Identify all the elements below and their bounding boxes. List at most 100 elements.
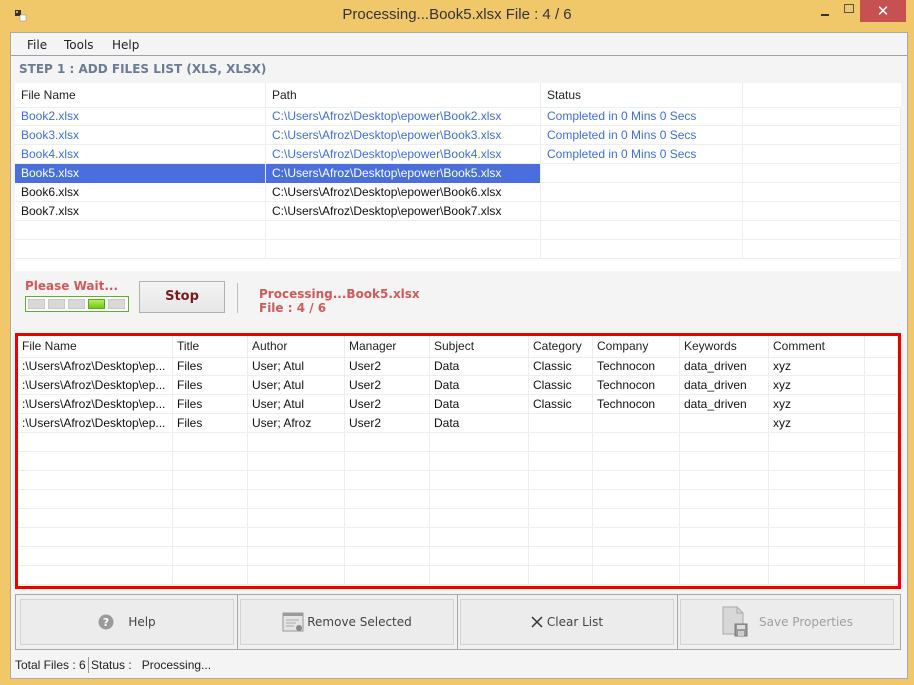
minimize-button[interactable] [812, 3, 838, 24]
divider [677, 595, 678, 649]
status-cell: Completed in 0 Mins 0 Secs [541, 145, 743, 164]
save-properties-label: Save Properties [759, 615, 853, 629]
file-list-row[interactable]: Book4.xlsx C:\Users\Afroz\Desktop\epower\… [15, 145, 901, 164]
file-name-cell [18, 452, 173, 471]
keywords-cell: data_driven [680, 357, 769, 376]
file-list-row[interactable]: Book2.xlsx C:\Users\Afroz\Desktop\epower\… [15, 107, 901, 126]
company-cell: Technocon [593, 357, 680, 376]
file-list-row[interactable]: Book3.xlsx C:\Users\Afroz\Desktop\epower\… [15, 126, 901, 145]
progress-segment [88, 299, 105, 309]
extra-cell [865, 357, 898, 376]
company-cell [593, 528, 680, 547]
title-cell [173, 452, 248, 471]
close-icon: ✕ [876, 2, 890, 20]
file-name-cell [18, 490, 173, 509]
company-cell [593, 547, 680, 566]
close-button[interactable]: ✕ [860, 0, 906, 22]
file-name-cell [15, 221, 266, 240]
clear-list-button[interactable]: Clear List [460, 599, 674, 645]
keywords-cell: data_driven [680, 376, 769, 395]
extra-cell [743, 126, 901, 145]
category-cell: Classic [529, 395, 593, 414]
extra-cell [865, 471, 898, 490]
extra-cell [743, 221, 901, 240]
column-header-subject[interactable]: Subject [430, 336, 529, 357]
please-wait-label: Please Wait... [25, 279, 119, 293]
remove-selected-button[interactable]: Remove Selected [240, 599, 454, 645]
column-header-author[interactable]: Author [248, 336, 345, 357]
file-name-cell: Book2.xlsx [15, 107, 266, 126]
category-cell [529, 566, 593, 585]
save-file-icon [721, 606, 749, 638]
company-cell [593, 471, 680, 490]
subject-cell: Data [430, 376, 529, 395]
empty-row [15, 240, 901, 259]
title-cell [173, 433, 248, 452]
subject-cell: Data [430, 357, 529, 376]
file-name-cell: Book4.xlsx [15, 145, 266, 164]
column-header-path[interactable]: Path [266, 83, 541, 107]
column-header-manager[interactable]: Manager [345, 336, 430, 357]
progress-segment [108, 299, 125, 309]
column-header-comment[interactable]: Comment [769, 336, 865, 357]
maximize-button[interactable] [836, 0, 862, 21]
save-properties-button[interactable]: Save Properties [680, 599, 894, 645]
remove-list-icon [282, 612, 304, 632]
title-cell [173, 566, 248, 585]
column-header-file-name[interactable]: File Name [15, 83, 266, 107]
subject-cell [430, 471, 529, 490]
menu-tools[interactable]: Tools [64, 38, 94, 52]
menu-file[interactable]: File [27, 38, 47, 52]
column-header-company[interactable]: Company [593, 336, 680, 357]
column-header-title[interactable]: Title [173, 336, 248, 357]
comment-cell: xyz [769, 414, 865, 433]
menu-bar: File Tools Help [11, 33, 907, 56]
comment-cell: xyz [769, 376, 865, 395]
path-cell: C:\Users\Afroz\Desktop\epower\Book2.xlsx [266, 107, 541, 126]
divider [237, 283, 238, 313]
menu-help[interactable]: Help [112, 38, 139, 52]
title-bar: Processing...Book5.xlsx File : 4 / 6 ✕ [0, 0, 914, 32]
column-header-file-name[interactable]: File Name [18, 336, 173, 357]
progress-bar [25, 296, 129, 312]
total-files-label: Total Files : 6 [15, 658, 86, 672]
title-cell [173, 547, 248, 566]
author-cell: User; Afroz [248, 414, 345, 433]
path-cell: C:\Users\Afroz\Desktop\epower\Book5.xlsx [266, 164, 541, 183]
file-name-cell: Book7.xlsx [15, 202, 266, 221]
path-cell: C:\Users\Afroz\Desktop\epower\Book4.xlsx [266, 145, 541, 164]
properties-grid[interactable]: File Name Title Author Manager Subject Catego… [15, 333, 901, 589]
properties-row[interactable]: :\Users\Afroz\Desktop\ep... Files User; Af… [18, 414, 898, 433]
file-list-row[interactable]: Book7.xlsx C:\Users\Afroz\Desktop\epower\… [15, 202, 901, 221]
author-cell [248, 433, 345, 452]
properties-row[interactable]: :\Users\Afroz\Desktop\ep... Files User; At… [18, 376, 898, 395]
properties-header: File Name Title Author Manager Subject Catego… [18, 336, 898, 358]
file-name-cell [18, 433, 173, 452]
comment-cell [769, 509, 865, 528]
category-cell [529, 490, 593, 509]
window-title: Processing...Book5.xlsx File : 4 / 6 [342, 6, 572, 23]
empty-row [18, 566, 898, 585]
help-button[interactable]: ? Help [20, 599, 234, 645]
properties-row[interactable]: :\Users\Afroz\Desktop\ep... Files User; At… [18, 357, 898, 376]
help-button-label: Help [128, 615, 156, 629]
stop-button[interactable]: Stop [139, 281, 225, 313]
file-list-row[interactable]: Book6.xlsx C:\Users\Afroz\Desktop\epower\… [15, 183, 901, 202]
properties-row[interactable]: :\Users\Afroz\Desktop\ep... Files User; At… [18, 395, 898, 414]
svg-text:?: ? [103, 616, 109, 629]
file-name-cell [18, 471, 173, 490]
subject-cell [430, 490, 529, 509]
extra-cell [865, 509, 898, 528]
step-label: STEP 1 : ADD FILES LIST (XLS, XLSX) [19, 62, 267, 76]
column-header-status[interactable]: Status [541, 83, 743, 107]
column-header-keywords[interactable]: Keywords [680, 336, 769, 357]
company-cell [593, 452, 680, 471]
subject-cell [430, 566, 529, 585]
company-cell [593, 414, 680, 433]
column-header-category[interactable]: Category [529, 336, 593, 357]
file-list-grid[interactable]: File Name Path Status Book2.xlsx C:\Users… [15, 83, 901, 271]
clear-x-icon [531, 616, 543, 628]
status-bar: Total Files : 6 Status : Processing... [11, 654, 907, 676]
clear-list-label: Clear List [546, 615, 604, 629]
file-list-row[interactable]: Book5.xlsx C:\Users\Afroz\Desktop\epower\… [15, 164, 901, 183]
